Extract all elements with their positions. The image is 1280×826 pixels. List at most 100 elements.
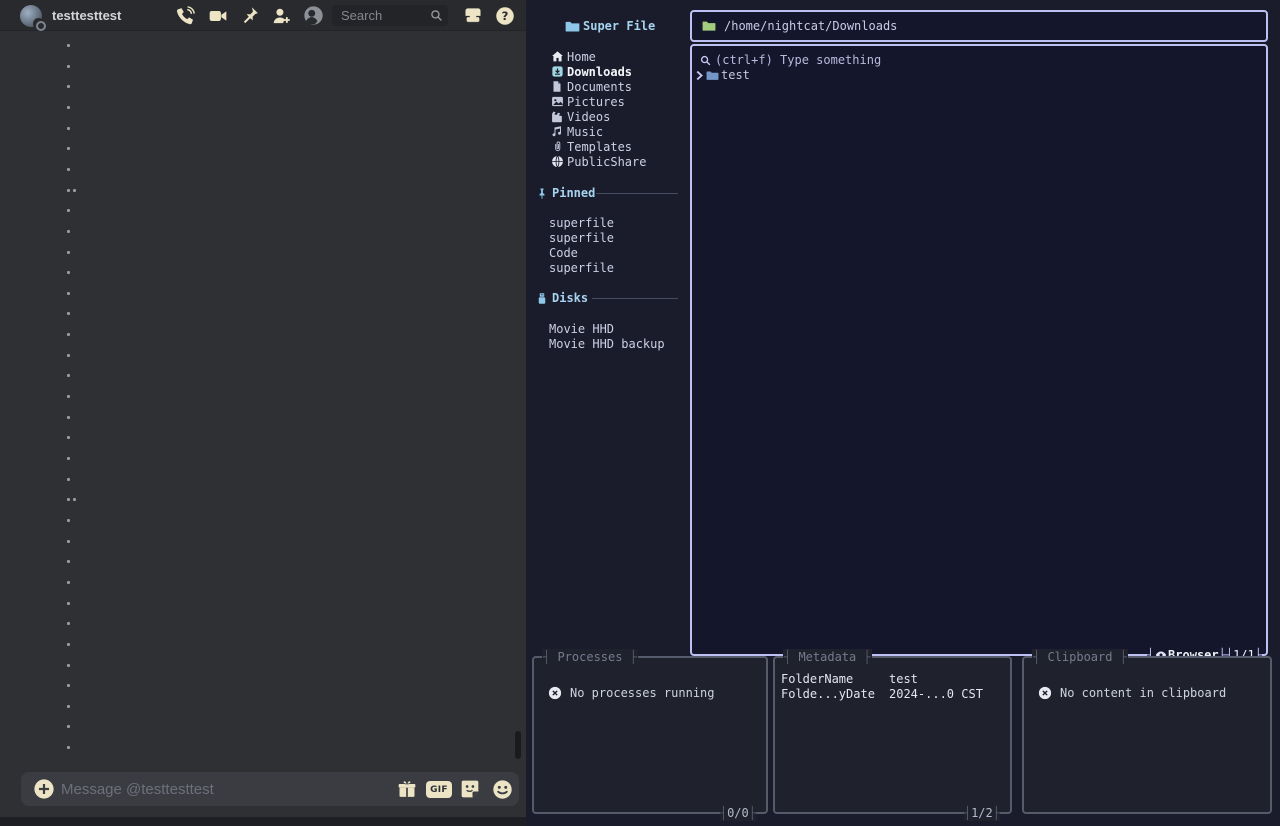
- scrollbar-thumb[interactable]: [515, 731, 521, 759]
- divider: [596, 193, 678, 194]
- sidebar-item-publicshare[interactable]: PublicShare: [550, 154, 646, 169]
- inbox-button[interactable]: [461, 4, 484, 27]
- sidebar-item-templates[interactable]: Templates: [550, 139, 632, 154]
- message-dot: [67, 519, 70, 522]
- message-dot: [67, 684, 70, 687]
- dm-header: testtesttest: [0, 0, 526, 31]
- superfile-window: Super File Home Downloads Documents Pict…: [526, 0, 1280, 826]
- disk-icon: [536, 292, 548, 305]
- avatar[interactable]: [20, 5, 42, 27]
- folder-icon: [702, 19, 716, 33]
- message-dot: [67, 705, 70, 708]
- message-dot: [67, 168, 70, 171]
- message-dot: [67, 271, 70, 274]
- pinned-item[interactable]: superfile: [549, 216, 614, 231]
- message-dot: [67, 581, 70, 584]
- pinned-item[interactable]: Code: [549, 246, 578, 261]
- message-dot: [67, 85, 70, 88]
- divider: [592, 298, 678, 299]
- sidebar-item-home[interactable]: Home: [550, 49, 596, 64]
- message-dot: [67, 333, 70, 336]
- x-circle-icon: [1038, 686, 1052, 700]
- pinned-item[interactable]: superfile: [549, 231, 614, 246]
- message-dot: [67, 374, 70, 377]
- sidebar-item-downloads[interactable]: Downloads: [550, 64, 632, 79]
- message-dot: [67, 65, 70, 68]
- pinned-section-header: Pinned: [536, 185, 595, 201]
- home-icon: [550, 50, 564, 64]
- message-dot: [67, 230, 70, 233]
- processes-empty-state: No processes running: [548, 686, 715, 700]
- document-icon: [550, 80, 564, 94]
- smiley-icon: [492, 779, 513, 800]
- file-entry-test[interactable]: test: [694, 67, 750, 83]
- user-circle-icon: [303, 5, 324, 26]
- emoji-button[interactable]: [491, 778, 513, 800]
- search-input[interactable]: [332, 5, 424, 26]
- svg-text:?: ?: [501, 9, 508, 23]
- message-dot: [67, 622, 70, 625]
- sidebar-item-videos[interactable]: Videos: [550, 109, 610, 124]
- message-dot: [67, 292, 70, 295]
- processes-title: Processes: [542, 649, 638, 665]
- sidebar-item-music[interactable]: Music: [550, 124, 603, 139]
- help-button[interactable]: ?: [493, 4, 516, 27]
- sidebar-item-documents[interactable]: Documents: [550, 79, 632, 94]
- cursor-chevron-icon: [694, 70, 705, 81]
- metadata-panel[interactable]: Metadata FolderName test Folde...yDate 2…: [773, 656, 1012, 814]
- disk-item[interactable]: Movie HHD backup: [549, 337, 665, 352]
- folder-icon: [706, 69, 719, 82]
- disks-section-header: Disks: [536, 290, 588, 306]
- sticker-button[interactable]: [459, 778, 481, 800]
- attach-button[interactable]: [33, 778, 55, 805]
- plus-circle-icon: [33, 778, 55, 800]
- discord-window: testtesttest: [0, 0, 526, 826]
- film-icon: [550, 110, 564, 124]
- globe-icon: [550, 155, 564, 169]
- show-user-profile-button[interactable]: [302, 4, 325, 27]
- processes-counter: 0/0: [720, 805, 756, 821]
- disk-item[interactable]: Movie HHD: [549, 322, 614, 337]
- question-circle-icon: ?: [495, 6, 515, 26]
- gif-button[interactable]: GIF: [426, 781, 452, 798]
- clipboard-title: Clipboard: [1032, 649, 1128, 665]
- sticker-icon: [460, 779, 480, 799]
- file-panel[interactable]: (ctrl+f) Type something test ┤ Browser ├…: [690, 44, 1268, 656]
- phone-icon: [176, 6, 195, 25]
- message-dot: [67, 478, 70, 481]
- message-dot: [67, 189, 70, 192]
- status-badge: [33, 18, 44, 29]
- message-input[interactable]: [61, 772, 361, 806]
- clipboard-panel[interactable]: Clipboard No content in clipboard: [1022, 656, 1272, 814]
- file-search-bar[interactable]: (ctrl+f) Type something: [700, 52, 881, 68]
- x-circle-icon: [548, 686, 562, 700]
- message-dot: [67, 560, 70, 563]
- current-path: /home/nightcat/Downloads: [724, 19, 897, 33]
- message-dot: [67, 725, 70, 728]
- dm-title: testtesttest: [52, 0, 121, 31]
- voice-call-button[interactable]: [174, 4, 197, 27]
- message-dot: [67, 251, 70, 254]
- metadata-counter: 1/2: [964, 805, 1000, 821]
- message-list[interactable]: [0, 31, 514, 766]
- sidebar-item-pictures[interactable]: Pictures: [550, 94, 625, 109]
- video-call-button[interactable]: [206, 4, 229, 27]
- metadata-row: Folde...yDate 2024-...0 CST: [781, 687, 1006, 702]
- message-dot: [67, 395, 70, 398]
- processes-panel[interactable]: Processes No processes running 0/0: [532, 656, 768, 814]
- inbox-icon: [463, 6, 483, 25]
- message-dot: [67, 540, 70, 543]
- video-camera-icon: [208, 6, 228, 26]
- message-dot: [67, 209, 70, 212]
- path-bar[interactable]: /home/nightcat/Downloads: [690, 10, 1268, 42]
- pinned-item[interactable]: superfile: [549, 261, 614, 276]
- add-friends-to-dm-button[interactable]: [270, 4, 293, 27]
- download-icon: [550, 65, 564, 79]
- search-icon: [430, 9, 443, 27]
- pin-messages-button[interactable]: [238, 4, 261, 27]
- app-title: Super File: [565, 18, 655, 34]
- message-dot: [67, 416, 70, 419]
- gift-button[interactable]: [396, 778, 418, 800]
- message-dot: [67, 498, 70, 501]
- message-dot: [67, 746, 70, 749]
